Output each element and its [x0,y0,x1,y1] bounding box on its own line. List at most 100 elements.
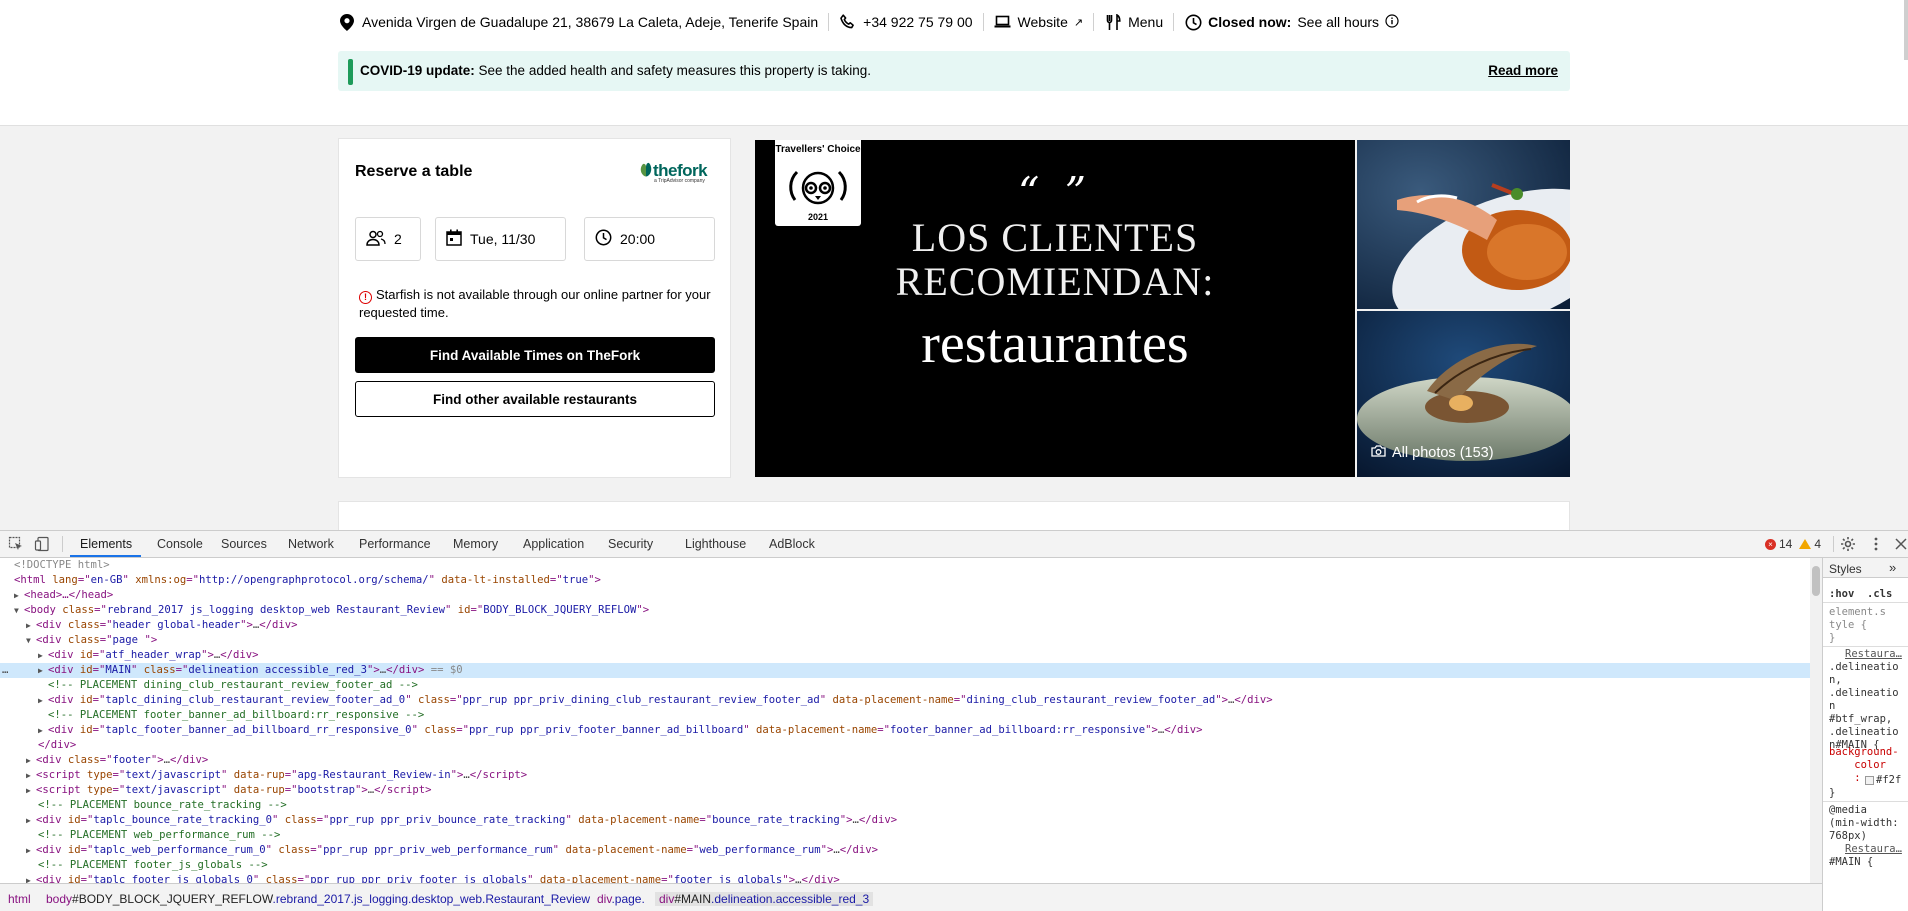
stylesheet-link[interactable]: Restaura… [1845,648,1902,661]
covid-message: COVID-19 update: See the added health an… [360,63,871,78]
dom-line-script[interactable]: ▶ <script type="text/javascript" data-rup… [26,783,432,798]
dom-line-comment[interactable]: <!-- PLACEMENT bounce_rate_tracking --> [38,798,287,813]
dom-line-head[interactable]: ▶ <head>…</head> [14,588,113,603]
all-photos-button[interactable]: All photos (153) [1371,445,1494,461]
tab-memory[interactable]: Memory [453,537,498,551]
hover-toggle[interactable]: :hov [1829,588,1854,601]
covid-accent-bar [348,59,353,85]
address-item[interactable]: Avenida Virgen de Guadalupe 21, 38679 La… [338,13,818,31]
see-all-hours-link[interactable]: See all hours [1297,14,1379,30]
reserve-title: Reserve a table [355,163,473,180]
dom-line-div[interactable]: ▶ <div id="taplc_footer_banner_ad_billboa… [38,723,1203,738]
all-photos-label: All photos (153) [1392,445,1494,461]
hours-item[interactable]: Closed now: See all hours [1184,13,1399,31]
photo-caption-line2: RECOMIENDAN: [895,259,1215,304]
divider [1833,536,1834,552]
class-toggle[interactable]: .cls [1867,588,1892,601]
styles-tab[interactable]: Styles [1829,562,1862,576]
food-photo-langoustine[interactable] [1357,140,1570,309]
covid-banner: COVID-19 update: See the added health an… [338,51,1570,91]
laptop-icon [994,13,1012,31]
tab-sources[interactable]: Sources [221,537,267,551]
dom-line-close-div[interactable]: </div> [38,738,76,753]
menu-item[interactable]: Menu [1104,13,1163,31]
color-swatch[interactable] [1865,776,1874,785]
tab-security[interactable]: Security [608,537,653,551]
divider [1093,13,1095,31]
time-selector[interactable]: 20:00 [584,217,715,261]
page-viewport: Avenida Virgen de Guadalupe 21, 38679 La… [0,0,1908,530]
dom-line-comment[interactable]: <!-- PLACEMENT footer_js_globals --> [38,858,268,873]
dom-line-div[interactable]: ▶ <div id="taplc_web_performance_rum_0" c… [26,843,878,858]
dom-line-comment[interactable]: <!-- PLACEMENT footer_banner_ad_billboar… [48,708,424,723]
page-scrollbar[interactable] [1904,0,1908,60]
thefork-logo: thefork a TripAdvisor company [638,159,714,185]
tab-network[interactable]: Network [288,537,334,551]
people-icon [366,230,386,249]
langoustine-dish-image [1357,140,1570,309]
alert-icon: ! [359,291,372,304]
open-status: Closed now: [1208,14,1292,30]
tab-adblock[interactable]: AdBlock [769,537,815,551]
dom-line-html[interactable]: <html lang="en-GB" xmlns:og="http://open… [14,573,601,588]
tab-lighthouse[interactable]: Lighthouse [685,537,746,551]
dom-line-page[interactable]: ▼ <div class="page "> [26,633,157,648]
main-photo[interactable]: Travellers' Choice 2021 “ ” LOS CLIENTES… [755,140,1355,477]
dom-line-comment[interactable]: <!-- PLACEMENT web_performance_rum --> [38,828,280,843]
devtools-tabbar: Elements Console Sources Network Perform… [0,531,1908,558]
dom-line-comment[interactable]: <!-- PLACEMENT dining_club_restaurant_re… [48,678,418,693]
close-devtools-icon[interactable] [1893,536,1908,552]
quote-marks: “ ” [1017,168,1093,217]
dom-line-header[interactable]: ▶ <div class="header global-header">…</di… [26,618,298,633]
warning-icon [1799,539,1812,549]
reserve-table-card: Reserve a table thefork a TripAdvisor co… [338,138,731,478]
dom-line-script[interactable]: ▶ <script type="text/javascript" data-rup… [26,768,527,783]
divider [1173,13,1175,31]
warning-count: 4 [1814,537,1822,551]
restaurant-info-row: Avenida Virgen de Guadalupe 21, 38679 La… [338,12,1399,32]
stylesheet-link[interactable]: Restaura… [1845,843,1902,856]
divider [982,13,984,31]
find-other-restaurants-button[interactable]: Find other available restaurants [355,381,715,417]
menu-link[interactable]: Menu [1128,14,1163,30]
crumb-body[interactable]: body#BODY_BLOCK_JQUERY_REFLOW.rebrand_20… [46,892,590,906]
dom-line-div[interactable]: ▶ <div id="taplc_bounce_rate_tracking_0" … [26,813,897,828]
phone-text[interactable]: +34 922 75 79 00 [863,14,972,30]
party-size-selector[interactable]: 2 [355,217,421,261]
crumb-div-main[interactable]: div#MAIN.delineation.accessible_red_3 [655,892,874,906]
phone-item[interactable]: +34 922 75 79 00 [839,13,973,31]
dom-line-div[interactable]: ▶ <div id="taplc_footer_js_globals_0" cla… [26,873,840,883]
device-toolbar-icon[interactable] [34,536,50,552]
dom-line-body[interactable]: ▼ <body class="rebrand_2017 js_logging de… [14,603,649,618]
location-pin-icon [338,13,356,31]
dom-line-div[interactable]: ▶ <div id="taplc_dining_club_restaurant_r… [38,693,1273,708]
inspect-element-icon[interactable] [8,536,24,552]
crumb-html[interactable]: html [8,892,31,906]
expand-chevron-icon[interactable]: » [1889,560,1896,575]
scrollbar-thumb[interactable] [1812,566,1820,596]
food-photo-dish[interactable]: All photos (153) [1357,311,1570,477]
dom-line-footer[interactable]: ▶ <div class="footer">…</div> [26,753,208,768]
address-text[interactable]: Avenida Virgen de Guadalupe 21, 38679 La… [362,14,818,30]
settings-gear-icon[interactable] [1840,536,1856,552]
dom-line-main-selected[interactable]: … ▶ <div id="MAIN" class="delineation acce… [0,663,1810,678]
dom-line-doctype[interactable]: <!DOCTYPE html> [14,558,110,573]
issues-counter[interactable]: × 14 4 [1765,537,1821,551]
camera-icon [1371,445,1386,461]
tab-elements[interactable]: Elements [80,537,132,551]
dom-line-atf[interactable]: ▶ <div id="atf_header_wrap">…</div> [38,648,259,663]
find-times-button[interactable]: Find Available Times on TheFork [355,337,715,373]
dom-tree-scrollbar[interactable] [1810,558,1822,883]
more-options-icon[interactable] [1868,536,1884,552]
website-link[interactable]: Website [1018,14,1068,30]
availability-notice: ! Starfish is not available through our o… [359,286,719,321]
tab-console[interactable]: Console [157,537,203,551]
crumb-div-page[interactable]: div.page. [597,892,645,906]
website-item[interactable]: Website ↗ [994,13,1083,31]
read-more-link[interactable]: Read more [1488,63,1558,78]
photo-caption-line3: restaurantes [921,313,1189,375]
tab-performance[interactable]: Performance [359,537,431,551]
tab-application[interactable]: Application [523,537,584,551]
date-selector[interactable]: Tue, 11/30 [435,217,566,261]
info-icon[interactable] [1385,13,1399,31]
